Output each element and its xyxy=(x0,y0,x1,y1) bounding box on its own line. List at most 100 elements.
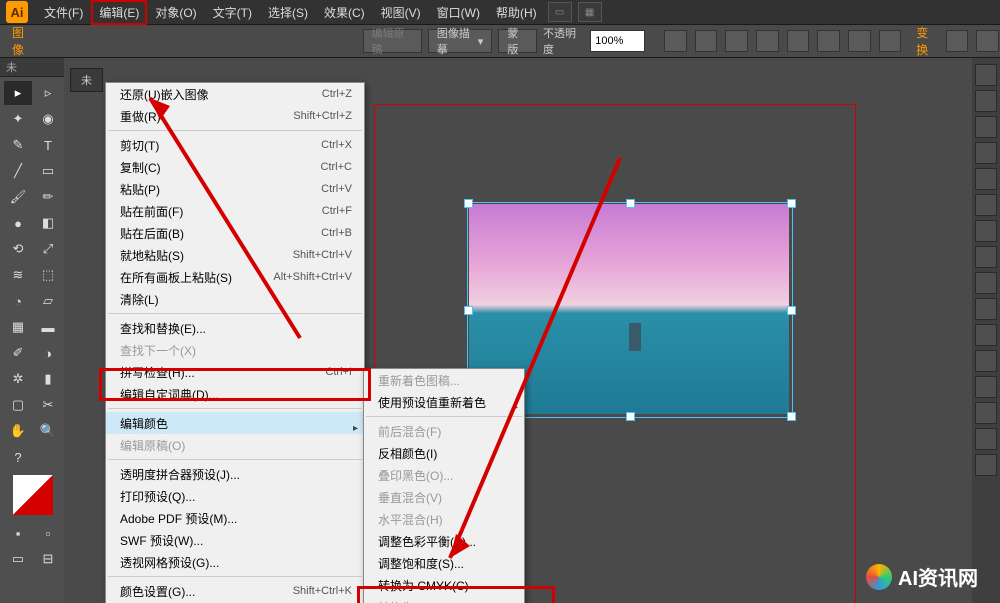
paintbrush-tool[interactable]: 🖌 xyxy=(4,185,32,209)
panel-icon-9[interactable] xyxy=(975,272,997,294)
cb-align-2[interactable] xyxy=(695,30,718,52)
direct-select-tool[interactable]: ▹ xyxy=(34,81,62,105)
edit-menu-item-14[interactable]: 拼写检查(H)...Ctrl+I xyxy=(106,361,364,383)
cb-align-4[interactable] xyxy=(756,30,779,52)
toolbar-tab[interactable]: 未 xyxy=(0,58,64,77)
handle-top-mid[interactable] xyxy=(626,199,635,208)
edit-menu-item-8[interactable]: 就地粘贴(S)Shift+Ctrl+V xyxy=(106,244,364,266)
handle-mid-left[interactable] xyxy=(464,306,473,315)
panel-icon-10[interactable] xyxy=(975,298,997,320)
mesh-tool[interactable]: ▦ xyxy=(4,315,32,339)
menu-select[interactable]: 选择(S) xyxy=(260,0,316,25)
width-tool[interactable]: ≋ xyxy=(4,263,32,287)
screen-mode[interactable]: ▭ xyxy=(4,547,32,571)
edit-menu-item-12[interactable]: 查找和替换(E)... xyxy=(106,317,364,339)
type-tool[interactable]: T xyxy=(34,133,62,157)
handle-top-right[interactable] xyxy=(787,199,796,208)
panel-icon-16[interactable] xyxy=(975,454,997,476)
menubar-icon-1[interactable]: ▭ xyxy=(548,2,572,22)
perspective-tool[interactable]: ▱ xyxy=(34,289,62,313)
color-submenu-item-8[interactable]: 调整色彩平衡(A)... xyxy=(364,530,524,552)
color-submenu-item-4[interactable]: 反相颜色(I) xyxy=(364,442,524,464)
image-trace-button[interactable]: 图像描摹 ▾ xyxy=(428,29,492,53)
line-tool[interactable]: ╱ xyxy=(4,159,32,183)
edit-menu-item-17[interactable]: 编辑颜色 xyxy=(106,412,364,434)
edit-menu-item-0[interactable]: 还原(U)嵌入图像Ctrl+Z xyxy=(106,83,364,105)
pencil-tool[interactable]: ✏ xyxy=(34,185,62,209)
edit-menu-item-5[interactable]: 粘贴(P)Ctrl+V xyxy=(106,178,364,200)
panel-icon-14[interactable] xyxy=(975,402,997,424)
edit-menu-item-24[interactable]: 透视网格预设(G)... xyxy=(106,551,364,573)
menu-edit[interactable]: 编辑(E) xyxy=(91,0,147,25)
menu-object[interactable]: 对象(O) xyxy=(147,0,204,25)
graph-tool[interactable]: ▮ xyxy=(34,367,62,391)
edit-menu-item-22[interactable]: Adobe PDF 预设(M)... xyxy=(106,507,364,529)
pen-tool[interactable]: ✎ xyxy=(4,133,32,157)
edit-menu-item-4[interactable]: 复制(C)Ctrl+C xyxy=(106,156,364,178)
transform-link[interactable]: 变换 xyxy=(916,24,939,58)
toggle-fill-stroke[interactable]: ? xyxy=(4,445,32,469)
panel-icon-2[interactable] xyxy=(975,90,997,112)
mask-button[interactable]: 蒙版 xyxy=(498,29,537,53)
menu-window[interactable]: 窗口(W) xyxy=(429,0,488,25)
menubar-icon-2[interactable]: ▦ xyxy=(578,2,602,22)
handle-mid-right[interactable] xyxy=(787,306,796,315)
edit-menu-item-20[interactable]: 透明度拼合器预设(J)... xyxy=(106,463,364,485)
rectangle-tool[interactable]: ▭ xyxy=(34,159,62,183)
panel-icon-12[interactable] xyxy=(975,350,997,372)
menu-help[interactable]: 帮助(H) xyxy=(488,0,545,25)
menu-file[interactable]: 文件(F) xyxy=(36,0,91,25)
cb-align-1[interactable] xyxy=(664,30,687,52)
panel-icon-7[interactable] xyxy=(975,220,997,242)
edit-menu-item-10[interactable]: 清除(L) xyxy=(106,288,364,310)
selection-tool[interactable]: ▸ xyxy=(4,81,32,105)
cb-align-7[interactable] xyxy=(848,30,871,52)
eraser-tool[interactable]: ◧ xyxy=(34,211,62,235)
edit-menu-item-21[interactable]: 打印预设(Q)... xyxy=(106,485,364,507)
edit-menu-item-26[interactable]: 颜色设置(G)...Shift+Ctrl+K xyxy=(106,580,364,602)
rotate-tool[interactable]: ⟲ xyxy=(4,237,32,261)
panel-icon-1[interactable] xyxy=(975,64,997,86)
hand-tool[interactable]: ✋ xyxy=(4,419,32,443)
edit-menu-item-15[interactable]: 编辑自定词典(D)... xyxy=(106,383,364,405)
opacity-input[interactable]: 100% xyxy=(590,30,645,52)
scale-tool[interactable]: ⤢ xyxy=(34,237,62,261)
panel-icon-5[interactable] xyxy=(975,168,997,190)
edit-menu-item-9[interactable]: 在所有画板上粘贴(S)Alt+Shift+Ctrl+V xyxy=(106,266,364,288)
edit-menu-item-3[interactable]: 剪切(T)Ctrl+X xyxy=(106,134,364,156)
fill-stroke-swatch[interactable] xyxy=(13,475,53,515)
document-tab[interactable]: 未 xyxy=(70,68,103,92)
zoom-tool[interactable]: 🔍 xyxy=(34,419,62,443)
panel-icon-8[interactable] xyxy=(975,246,997,268)
cb-align-6[interactable] xyxy=(817,30,840,52)
menu-type[interactable]: 文字(T) xyxy=(205,0,260,25)
edit-menu-item-6[interactable]: 贴在前面(F)Ctrl+F xyxy=(106,200,364,222)
cb-align-3[interactable] xyxy=(725,30,748,52)
color-submenu-item-10[interactable]: 转换为 CMYK(C) xyxy=(364,574,524,596)
panel-icon-11[interactable] xyxy=(975,324,997,346)
panel-icon-4[interactable] xyxy=(975,142,997,164)
handle-bot-right[interactable] xyxy=(787,412,796,421)
eyedropper-tool[interactable]: ✐ xyxy=(4,341,32,365)
lasso-tool[interactable]: ◉ xyxy=(34,107,62,131)
change-screen-mode[interactable]: ⊟ xyxy=(34,547,62,571)
free-transform-tool[interactable]: ⬚ xyxy=(34,263,62,287)
menu-view[interactable]: 视图(V) xyxy=(373,0,429,25)
panel-icon-15[interactable] xyxy=(975,428,997,450)
edit-menu-item-7[interactable]: 贴在后面(B)Ctrl+B xyxy=(106,222,364,244)
slice-tool[interactable]: ✂ xyxy=(34,393,62,417)
handle-top-left[interactable] xyxy=(464,199,473,208)
cb-extra-1[interactable] xyxy=(946,30,969,52)
panel-icon-13[interactable] xyxy=(975,376,997,398)
blend-tool[interactable]: ◑ xyxy=(34,341,62,365)
gradient-tool[interactable]: ▬ xyxy=(34,315,62,339)
menu-effect[interactable]: 效果(C) xyxy=(316,0,373,25)
edit-menu-item-23[interactable]: SWF 预设(W)... xyxy=(106,529,364,551)
shape-builder-tool[interactable]: ◔ xyxy=(4,289,32,313)
color-mode-1[interactable]: ▪ xyxy=(4,521,32,545)
edit-menu-item-1[interactable]: 重做(R)Shift+Ctrl+Z xyxy=(106,105,364,127)
cb-extra-2[interactable] xyxy=(976,30,999,52)
panel-icon-3[interactable] xyxy=(975,116,997,138)
blob-brush-tool[interactable]: ● xyxy=(4,211,32,235)
symbol-sprayer-tool[interactable]: ✲ xyxy=(4,367,32,391)
